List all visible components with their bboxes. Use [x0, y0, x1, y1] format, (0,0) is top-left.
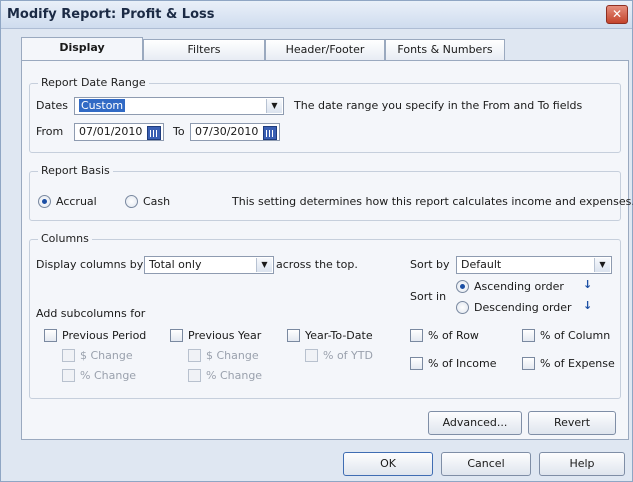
ok-button[interactable]: OK — [343, 452, 433, 476]
ok-button-label: OK — [380, 457, 396, 470]
date-range-hint: The date range you specify in the From a… — [294, 99, 583, 112]
sort-by-label: Sort by — [410, 258, 450, 271]
descending-label: Descending order — [474, 301, 572, 314]
pct-of-ytd-label: % of YTD — [323, 349, 373, 362]
basis-hint: This setting determines how this report … — [232, 195, 633, 208]
descending-radio[interactable] — [456, 301, 469, 314]
chevron-down-icon: ▼ — [266, 99, 282, 113]
display-columns-label: Display columns by — [36, 258, 144, 271]
tab-display[interactable]: Display — [21, 37, 143, 61]
dates-dropdown[interactable]: Custom ▼ — [74, 97, 284, 115]
report-date-range-legend: Report Date Range — [38, 76, 149, 89]
add-subcolumns-label: Add subcolumns for — [36, 307, 146, 320]
window-title: Modify Report: Profit & Loss — [7, 7, 215, 22]
columns-group: Columns Display columns by Total only ▼ … — [29, 232, 621, 399]
tab-display-label: Display — [59, 41, 105, 54]
pct-of-row-label: % of Row — [428, 329, 479, 342]
help-button[interactable]: Help — [539, 452, 625, 476]
to-date-field[interactable]: 07/30/2010 — [190, 123, 280, 141]
sort-in-label: Sort in — [410, 290, 447, 303]
cash-label: Cash — [143, 195, 171, 208]
pct-of-ytd-checkbox[interactable] — [305, 349, 318, 362]
calendar-icon[interactable] — [147, 126, 161, 140]
ascending-label: Ascending order — [474, 280, 564, 293]
cancel-button[interactable]: Cancel — [441, 452, 531, 476]
calendar-icon[interactable] — [263, 126, 277, 140]
tab-filters-label: Filters — [187, 43, 221, 56]
tab-fonts-numbers[interactable]: Fonts & Numbers — [385, 39, 505, 61]
pct-of-income-checkbox[interactable] — [410, 357, 423, 370]
display-columns-value: Total only — [149, 258, 202, 271]
across-label: across the top. — [276, 258, 358, 271]
prev-period-pct-change-checkbox[interactable] — [62, 369, 75, 382]
from-date-value: 07/01/2010 — [79, 125, 143, 138]
dialog-window: Modify Report: Profit & Loss ✕ Display F… — [0, 0, 633, 482]
prev-period-dollar-change-checkbox[interactable] — [62, 349, 75, 362]
sort-by-value: Default — [461, 258, 502, 271]
year-to-date-checkbox[interactable] — [287, 329, 300, 342]
previous-period-label: Previous Period — [62, 329, 147, 342]
cash-radio[interactable] — [125, 195, 138, 208]
year-to-date-label: Year-To-Date — [305, 329, 373, 342]
report-basis-group: Report Basis Accrual Cash This setting d… — [29, 164, 633, 221]
revert-button-label: Revert — [553, 416, 591, 429]
pct-of-income-label: % of Income — [428, 357, 497, 370]
advanced-button-label: Advanced... — [442, 416, 508, 429]
title-bar: Modify Report: Profit & Loss ✕ — [1, 1, 632, 29]
report-basis-legend: Report Basis — [38, 164, 113, 177]
prev-year-pct-change-label: % Change — [206, 369, 263, 382]
close-icon: ✕ — [611, 7, 623, 21]
chevron-down-icon: ▼ — [256, 258, 272, 272]
accrual-label: Accrual — [56, 195, 97, 208]
prev-year-pct-change-checkbox[interactable] — [188, 369, 201, 382]
to-date-value: 07/30/2010 — [195, 125, 259, 138]
pct-of-expense-checkbox[interactable] — [522, 357, 535, 370]
tab-header-footer[interactable]: Header/Footer — [265, 39, 385, 61]
pct-of-row-checkbox[interactable] — [410, 329, 423, 342]
to-label: To — [173, 125, 185, 138]
prev-year-dollar-change-checkbox[interactable] — [188, 349, 201, 362]
display-columns-dropdown[interactable]: Total only ▼ — [144, 256, 274, 274]
prev-year-dollar-change-label: $ Change — [206, 349, 259, 362]
prev-period-dollar-change-label: $ Change — [80, 349, 133, 362]
sort-by-dropdown[interactable]: Default ▼ — [456, 256, 612, 274]
sort-ascending-icon: ↓ — [583, 278, 593, 291]
tab-fonts-numbers-label: Fonts & Numbers — [397, 43, 493, 56]
pct-of-expense-label: % of Expense — [540, 357, 615, 370]
previous-year-label: Previous Year — [188, 329, 262, 342]
sort-descending-icon: ↓ — [583, 299, 593, 312]
accrual-radio[interactable] — [38, 195, 51, 208]
columns-legend: Columns — [38, 232, 92, 245]
from-label: From — [36, 125, 64, 138]
from-date-field[interactable]: 07/01/2010 — [74, 123, 164, 141]
report-date-range-group: Report Date Range Dates Custom ▼ The dat… — [29, 76, 621, 153]
display-panel: Report Date Range Dates Custom ▼ The dat… — [21, 60, 633, 440]
previous-year-checkbox[interactable] — [170, 329, 183, 342]
close-button[interactable]: ✕ — [606, 5, 628, 24]
dates-label: Dates — [36, 99, 69, 112]
tab-filters[interactable]: Filters — [143, 39, 265, 61]
pct-of-column-checkbox[interactable] — [522, 329, 535, 342]
cancel-button-label: Cancel — [467, 457, 505, 470]
revert-button[interactable]: Revert — [528, 411, 616, 435]
dates-value: Custom — [79, 99, 126, 112]
pct-of-column-label: % of Column — [540, 329, 611, 342]
prev-period-pct-change-label: % Change — [80, 369, 137, 382]
ascending-radio[interactable] — [456, 280, 469, 293]
help-button-label: Help — [569, 457, 595, 470]
advanced-button[interactable]: Advanced... — [428, 411, 522, 435]
tab-header-footer-label: Header/Footer — [285, 43, 365, 56]
chevron-down-icon: ▼ — [594, 258, 610, 272]
previous-period-checkbox[interactable] — [44, 329, 57, 342]
